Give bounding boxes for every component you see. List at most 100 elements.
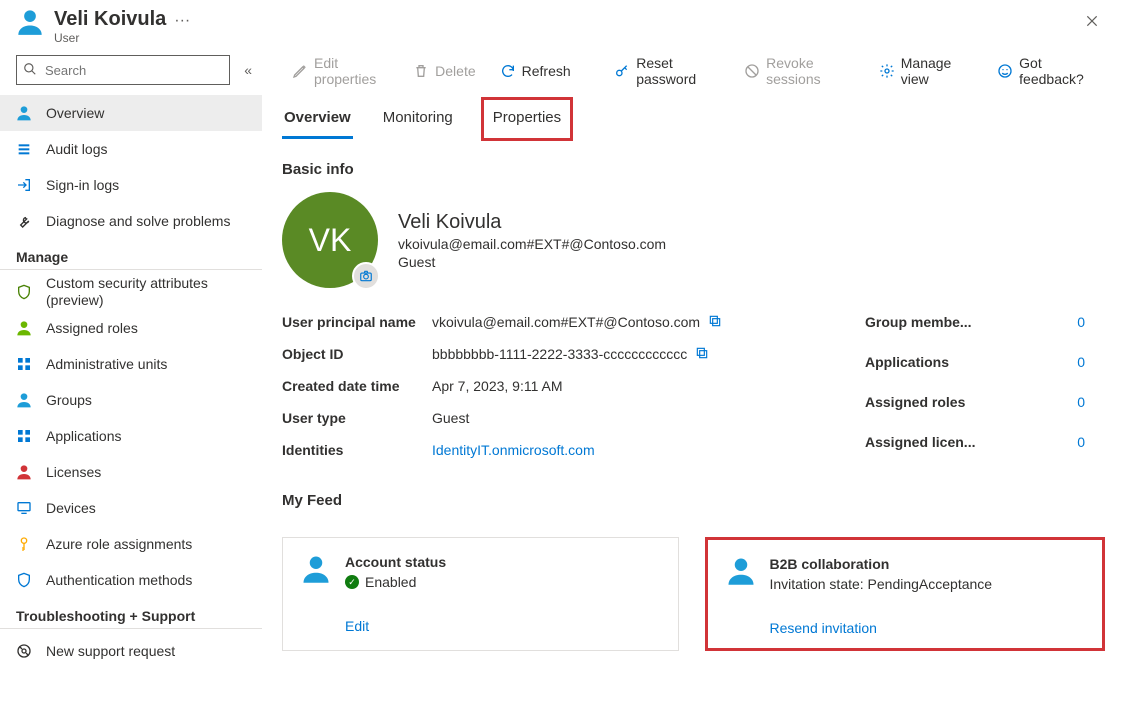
device-icon — [16, 500, 32, 516]
sidebar-item-groups[interactable]: Groups — [0, 382, 262, 418]
section-basic-info: Basic info — [282, 161, 1105, 178]
feedback-button[interactable]: Got feedback? — [987, 49, 1105, 93]
copy-oid-icon[interactable] — [695, 346, 709, 363]
sidebar-search[interactable] — [16, 55, 230, 85]
signin-icon — [16, 177, 32, 193]
sidebar-item-assigned-roles[interactable]: Assigned roles — [0, 310, 262, 346]
more-menu[interactable]: ··· — [174, 8, 190, 30]
card-title: B2B collaboration — [770, 556, 993, 572]
sidebar-section-troubleshooting: Troubleshooting + Support — [0, 598, 262, 629]
sidebar-item-label: Overview — [46, 105, 104, 121]
sidebar-item-custom-security[interactable]: Custom security attributes (preview) — [0, 274, 262, 310]
sidebar-item-label: Licenses — [46, 464, 101, 480]
apps-right-label: Applications — [865, 354, 1015, 370]
profile-type: Guest — [398, 254, 666, 270]
manage-view-button[interactable]: Manage view — [869, 49, 979, 93]
reset-password-button[interactable]: Reset password — [604, 49, 730, 93]
copy-upn-icon[interactable] — [708, 314, 722, 331]
sidebar-item-label: Groups — [46, 392, 92, 408]
sidebar-item-label: Devices — [46, 500, 96, 516]
sidebar-item-support[interactable]: New support request — [0, 633, 262, 669]
page-title: Veli Koivula — [54, 8, 166, 31]
delete-button[interactable]: Delete — [403, 57, 485, 85]
user-icon — [16, 320, 32, 336]
sidebar-item-label: New support request — [46, 643, 175, 659]
wrench-icon — [16, 213, 32, 229]
sidebar-item-licenses[interactable]: Licenses — [0, 454, 262, 490]
card-resend-link[interactable]: Resend invitation — [770, 620, 1085, 636]
search-icon — [23, 62, 43, 79]
sidebar-item-label: Diagnose and solve problems — [46, 213, 230, 229]
sidebar-item-label: Custom security attributes (preview) — [46, 275, 246, 309]
user-icon — [726, 556, 756, 586]
sidebar-item-signin-logs[interactable]: Sign-in logs — [0, 167, 262, 203]
list-icon — [16, 141, 32, 157]
sidebar-item-label: Sign-in logs — [46, 177, 119, 193]
sidebar-item-label: Audit logs — [46, 141, 107, 157]
upn-value: vkoivula@email.com#EXT#@Contoso.com — [432, 314, 700, 330]
sidebar-item-overview[interactable]: Overview — [0, 95, 262, 131]
card-edit-link[interactable]: Edit — [345, 618, 660, 634]
card-title: Account status — [345, 554, 446, 570]
card-status: Invitation state: PendingAcceptance — [770, 576, 993, 592]
section-my-feed: My Feed — [282, 492, 1105, 509]
sidebar-item-label: Assigned roles — [46, 320, 138, 336]
card-account-status: Account status ✓ Enabled Edit — [282, 537, 679, 651]
profile-upn: vkoivula@email.com#EXT#@Contoso.com — [398, 236, 666, 252]
support-icon — [16, 643, 32, 659]
collapse-sidebar-icon[interactable]: « — [244, 62, 252, 78]
tab-monitoring[interactable]: Monitoring — [381, 99, 455, 139]
sidebar-item-label: Authentication methods — [46, 572, 192, 588]
created-value: Apr 7, 2023, 9:11 AM — [432, 378, 563, 394]
shield-icon — [16, 572, 32, 588]
identities-label: Identities — [282, 442, 432, 458]
grid-icon — [16, 356, 32, 372]
apps-count[interactable]: 0 — [1077, 354, 1105, 370]
key-icon — [16, 536, 32, 552]
user-icon — [16, 464, 32, 480]
created-label: Created date time — [282, 378, 432, 394]
profile-display-name: Veli Koivula — [398, 211, 666, 234]
sidebar-item-label: Administrative units — [46, 356, 167, 372]
sidebar-item-label: Azure role assignments — [46, 536, 192, 552]
sidebar-item-admin-units[interactable]: Administrative units — [0, 346, 262, 382]
grid-icon — [16, 428, 32, 444]
tab-overview[interactable]: Overview — [282, 99, 353, 139]
revoke-sessions-button[interactable]: Revoke sessions — [734, 49, 865, 93]
roles-count[interactable]: 0 — [1077, 394, 1105, 410]
user-icon — [16, 8, 44, 36]
sidebar-item-diagnose[interactable]: Diagnose and solve problems — [0, 203, 262, 239]
sidebar-item-devices[interactable]: Devices — [0, 490, 262, 526]
usertype-label: User type — [282, 410, 432, 426]
lic-right-label: Assigned licen... — [865, 434, 1015, 450]
group-label: Group membe... — [865, 314, 1015, 330]
sidebar-item-label: Applications — [46, 428, 122, 444]
search-input[interactable] — [43, 62, 223, 79]
oid-label: Object ID — [282, 346, 432, 362]
page-subtitle: User — [54, 31, 166, 45]
group-count[interactable]: 0 — [1077, 314, 1105, 330]
tab-properties[interactable]: Properties — [483, 99, 571, 139]
roles-right-label: Assigned roles — [865, 394, 1015, 410]
sidebar-section-manage: Manage — [0, 239, 262, 270]
oid-value: bbbbbbbb-1111-2222-3333-cccccccccccc — [432, 346, 687, 362]
sidebar-item-auth-methods[interactable]: Authentication methods — [0, 562, 262, 598]
upn-label: User principal name — [282, 314, 432, 330]
sidebar-item-azure-roles[interactable]: Azure role assignments — [0, 526, 262, 562]
identities-value[interactable]: IdentityIT.onmicrosoft.com — [432, 442, 595, 458]
card-b2b-collaboration: B2B collaboration Invitation state: Pend… — [705, 537, 1106, 651]
user-icon — [16, 392, 32, 408]
check-icon: ✓ — [345, 575, 359, 589]
camera-icon[interactable] — [352, 262, 380, 290]
user-icon — [16, 105, 32, 121]
edit-properties-button[interactable]: Edit properties — [282, 49, 399, 93]
shield-icon — [16, 284, 32, 300]
close-button[interactable] — [1079, 8, 1105, 39]
lic-count[interactable]: 0 — [1077, 434, 1105, 450]
user-icon — [301, 554, 331, 584]
sidebar-item-applications[interactable]: Applications — [0, 418, 262, 454]
sidebar-item-audit-logs[interactable]: Audit logs — [0, 131, 262, 167]
card-status: Enabled — [365, 574, 416, 590]
refresh-button[interactable]: Refresh — [490, 57, 581, 85]
usertype-value: Guest — [432, 410, 469, 426]
